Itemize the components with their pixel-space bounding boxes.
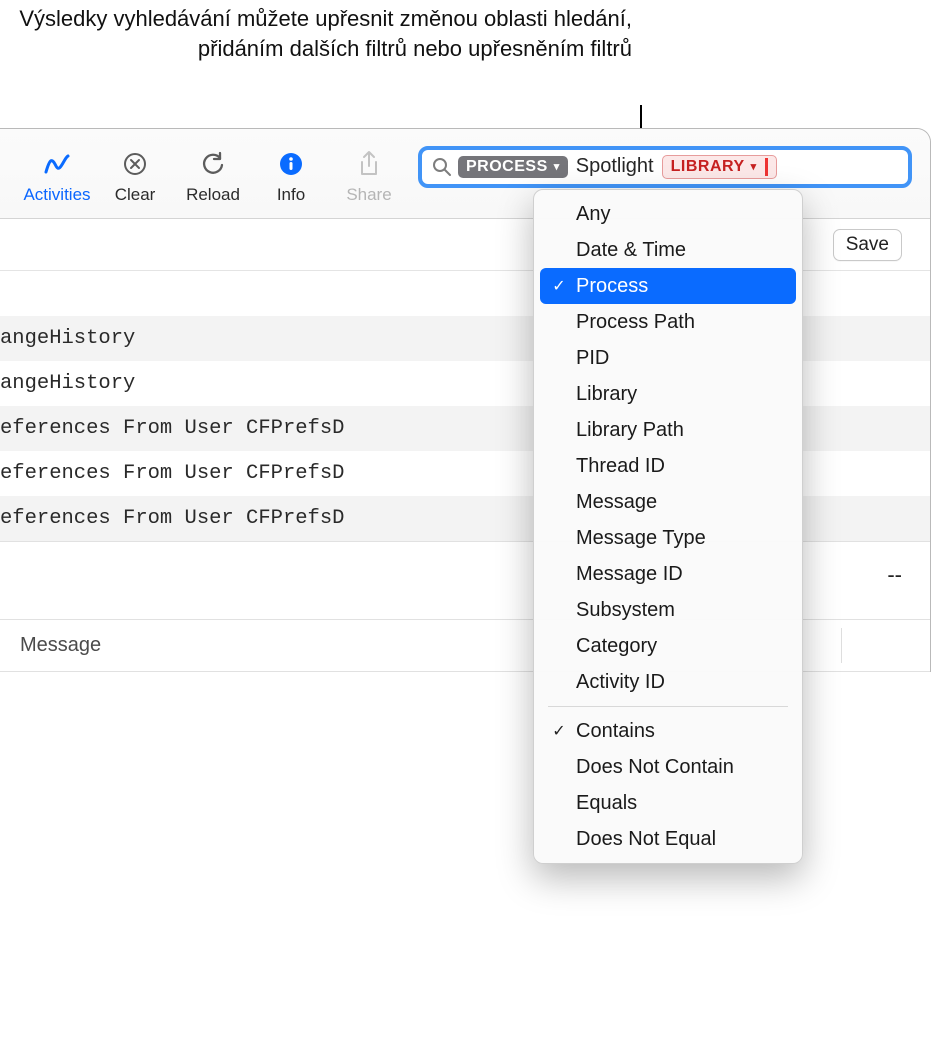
menu-item-label: Thread ID <box>576 455 665 478</box>
menu-item-message-type[interactable]: ✓Message Type <box>540 520 796 556</box>
menu-item-label: Does Not Equal <box>576 828 716 851</box>
reload-button[interactable]: Reload <box>174 149 252 205</box>
info-label: Info <box>277 185 305 205</box>
menu-item-library[interactable]: ✓Library <box>540 376 796 412</box>
menu-item-label: Any <box>576 203 610 226</box>
callout-text: Výsledky vyhledávání můžete upřesnit změ… <box>0 4 640 63</box>
menu-item-process-path[interactable]: ✓Process Path <box>540 304 796 340</box>
clear-label: Clear <box>115 185 156 205</box>
menu-item-process[interactable]: ✓Process <box>540 268 796 304</box>
menu-item-does-not-equal[interactable]: ✓Does Not Equal <box>540 821 796 857</box>
menu-item-label: Contains <box>576 720 655 743</box>
info-icon <box>278 149 304 179</box>
menu-item-equals[interactable]: ✓Equals <box>540 785 796 821</box>
menu-item-datetime[interactable]: ✓Date & Time <box>540 232 796 268</box>
menu-item-label: Process Path <box>576 311 695 334</box>
reload-icon <box>200 149 226 179</box>
filter-token-library[interactable]: LIBRARY ▾ <box>662 155 777 179</box>
filter-dropdown-menu: ✓Any ✓Date & Time ✓Process ✓Process Path… <box>533 189 803 864</box>
filter-token-process-label: PROCESS <box>466 158 548 176</box>
menu-item-pid[interactable]: ✓PID <box>540 340 796 376</box>
menu-item-contains[interactable]: ✓Contains <box>540 713 796 749</box>
menu-item-label: Library Path <box>576 419 684 442</box>
info-button[interactable]: Info <box>252 149 330 205</box>
search-query-text[interactable]: Spotlight <box>574 155 656 178</box>
menu-item-label: Activity ID <box>576 671 665 694</box>
menu-separator <box>548 706 788 707</box>
menu-item-any[interactable]: ✓Any <box>540 196 796 232</box>
reload-label: Reload <box>186 185 240 205</box>
filter-token-library-label: LIBRARY <box>671 158 745 176</box>
menu-item-category[interactable]: ✓Category <box>540 628 796 664</box>
share-icon <box>357 149 381 179</box>
menu-item-label: Message <box>576 491 657 514</box>
menu-item-label: Process <box>576 275 648 298</box>
clear-button[interactable]: Clear <box>96 149 174 205</box>
activities-button[interactable]: Activities <box>18 149 96 205</box>
menu-item-label: Message Type <box>576 527 706 550</box>
menu-item-label: Date & Time <box>576 239 686 262</box>
menu-item-label: Library <box>576 383 637 406</box>
menu-item-label: Subsystem <box>576 599 675 622</box>
menu-item-label: PID <box>576 347 609 370</box>
menu-item-label: Message ID <box>576 563 683 586</box>
menu-item-label: Equals <box>576 792 637 815</box>
search-icon <box>432 157 452 177</box>
activities-label: Activities <box>23 185 90 205</box>
menu-item-label: Category <box>576 635 657 658</box>
activities-icon <box>42 149 72 179</box>
menu-item-message[interactable]: ✓Message <box>540 484 796 520</box>
message-column-label: Message <box>20 634 101 657</box>
menu-item-does-not-contain[interactable]: ✓Does Not Contain <box>540 749 796 785</box>
menu-item-subsystem[interactable]: ✓Subsystem <box>540 592 796 628</box>
detail-value: -- <box>887 562 902 588</box>
clear-icon <box>122 149 148 179</box>
save-button[interactable]: Save <box>833 229 902 261</box>
filter-token-process[interactable]: PROCESS ▾ <box>458 156 568 178</box>
menu-item-label: Does Not Contain <box>576 756 734 779</box>
share-label: Share <box>346 185 391 205</box>
search-field[interactable]: PROCESS ▾ Spotlight LIBRARY ▾ <box>418 146 912 188</box>
menu-item-activity-id[interactable]: ✓Activity ID <box>540 664 796 700</box>
menu-item-message-id[interactable]: ✓Message ID <box>540 556 796 592</box>
menu-item-thread-id[interactable]: ✓Thread ID <box>540 448 796 484</box>
share-button: Share <box>330 149 408 205</box>
chevron-down-icon: ▾ <box>751 160 757 173</box>
chevron-down-icon: ▾ <box>554 160 560 173</box>
menu-item-library-path[interactable]: ✓Library Path <box>540 412 796 448</box>
cursor-indicator <box>765 158 768 176</box>
